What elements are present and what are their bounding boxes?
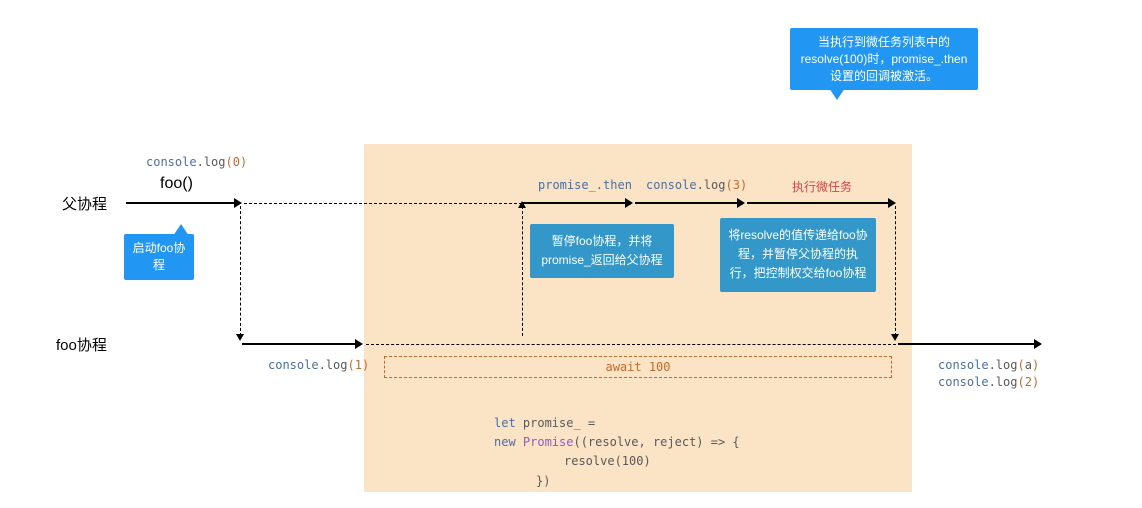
await-box: await 100: [384, 356, 892, 378]
arrow-parent-seg3: [737, 198, 745, 208]
parent-line-seg2: [522, 202, 627, 204]
parent-line-seg1: [126, 202, 236, 204]
code-loga: console.log(a): [938, 358, 1039, 372]
bluebox-pass-resolve-text: 将resolve的值传递给foo协程，并暂停父协程的执行，把控制权交给foo协程: [728, 228, 867, 280]
bluebox-pause-foo: 暂停foo协程，并将promise_返回给父协程: [530, 224, 674, 278]
parent-line-seg4: [747, 202, 890, 204]
foo-line-seg1: [242, 343, 357, 345]
code-log1: console.log(1): [268, 358, 369, 372]
code-log2: console.log(2): [938, 375, 1039, 389]
code-log3: console.log(3): [646, 178, 747, 192]
label-parent-coroutine: 父协程: [62, 193, 107, 214]
label-exec-microtask: 执行微任务: [792, 178, 852, 195]
code-block: let promise_ = new Promise((resolve, rej…: [494, 414, 740, 491]
bluebox-pause-foo-text: 暂停foo协程，并将promise_返回给父协程: [541, 234, 662, 267]
code-log0: console.log(0): [146, 155, 247, 169]
arrow-down-2: [891, 334, 899, 341]
arrow-parent-seg2: [625, 198, 633, 208]
arrow-up-1: [518, 201, 526, 208]
arrow-foo-seg2: [1034, 339, 1042, 349]
foo-line-seg2: [898, 343, 1036, 345]
callout-microtask-text: 当执行到微任务列表中的resolve(100)时，promise_.then设置…: [801, 35, 968, 83]
callout-start-foo-text: 启动foo协程: [133, 241, 186, 272]
bluebox-pass-resolve: 将resolve的值传递给foo协程，并暂停父协程的执行，把控制权交给foo协程: [720, 218, 876, 292]
callout-start-foo: 启动foo协程: [124, 234, 194, 280]
code-promise-then: promise_.then: [538, 178, 632, 192]
foo-dash: [366, 344, 896, 345]
arrow-foo-seg1: [355, 339, 363, 349]
dash-foo-to-parent: [522, 206, 523, 336]
parent-line-seg3: [635, 202, 739, 204]
dash-parent-to-foo-1: [240, 206, 241, 336]
code-foo-call: foo(): [160, 175, 193, 193]
callout-microtask-resolve: 当执行到微任务列表中的resolve(100)时，promise_.then设置…: [790, 28, 978, 90]
arrow-down-1: [236, 334, 244, 341]
parent-dash: [244, 203, 522, 204]
dash-parent-to-foo-2: [895, 206, 896, 336]
label-foo-coroutine: foo协程: [56, 334, 107, 355]
